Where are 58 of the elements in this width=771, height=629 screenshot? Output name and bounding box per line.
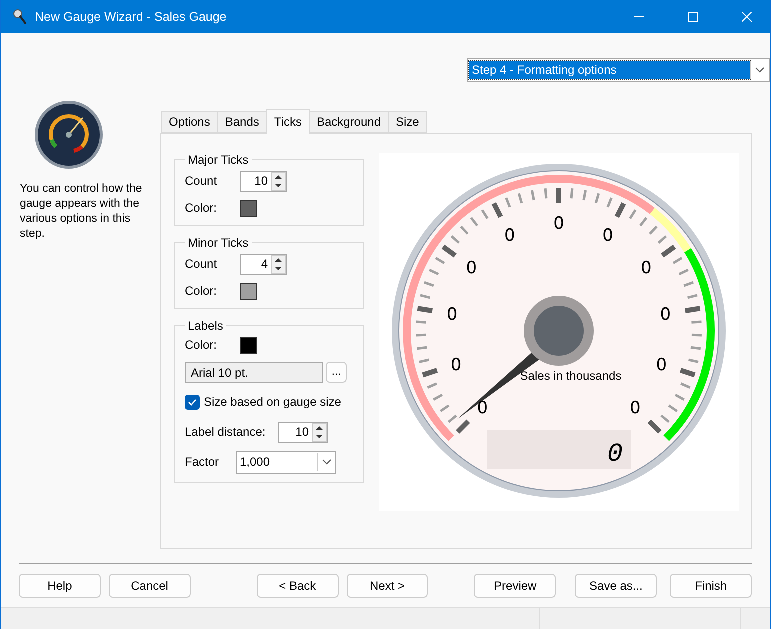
tab[interactable]: Bands xyxy=(217,110,268,133)
checkbox[interactable] xyxy=(185,394,200,410)
scale-label: 0 xyxy=(660,304,672,325)
dialog-button[interactable]: Save as... xyxy=(575,574,658,598)
gauge-icon xyxy=(34,100,104,170)
factor-dropdown[interactable]: 1,000 xyxy=(236,450,336,474)
font-button[interactable]: ... xyxy=(326,362,347,383)
dialog-button[interactable]: Finish xyxy=(670,574,752,598)
digital-readout: 0 xyxy=(607,438,623,469)
dialog-button[interactable]: Preview xyxy=(474,574,556,598)
field-label: Label distance: xyxy=(185,425,267,440)
checkbox-label: Size based on gauge size xyxy=(204,395,342,410)
color-swatch[interactable] xyxy=(240,336,257,354)
scale-label: 0 xyxy=(450,354,462,375)
spin-arrows-icon[interactable] xyxy=(312,422,327,442)
field-label: Color: xyxy=(185,201,218,216)
group-title: Minor Ticks xyxy=(187,236,250,250)
maximize-icon xyxy=(688,12,698,22)
step-description: You can control how the gauge appears with the various options in this step. xyxy=(20,182,144,242)
scale-label: 0 xyxy=(466,258,478,278)
scale-label: 0 xyxy=(656,354,668,375)
field-label: Color: xyxy=(185,284,218,298)
scale-label: 0 xyxy=(630,398,641,418)
count-spinner[interactable]: 10 xyxy=(240,170,287,192)
close-icon xyxy=(742,12,752,22)
scale-label: 0 xyxy=(554,214,564,234)
field-label: Count xyxy=(185,174,218,188)
tab[interactable]: Ticks xyxy=(266,108,310,134)
gauge-caption: Sales in thousands xyxy=(520,368,622,383)
distance-spinner[interactable]: 10 xyxy=(278,422,328,443)
field-label: Color: xyxy=(185,338,218,352)
color-swatch[interactable] xyxy=(240,200,257,217)
color-swatch[interactable] xyxy=(240,282,257,300)
dialog-button[interactable]: Help xyxy=(19,574,101,598)
window-title: New Gauge Wizard - Sales Gauge xyxy=(35,10,228,24)
group-title: Major Ticks xyxy=(187,152,250,167)
field-label: Count xyxy=(185,257,218,272)
field-label: Factor xyxy=(185,455,220,470)
tab[interactable]: Options xyxy=(161,110,218,133)
scale-label: 0 xyxy=(446,304,458,325)
tab[interactable]: Size xyxy=(388,110,428,133)
scale-label: 0 xyxy=(504,225,516,246)
dialog-button[interactable]: Next > xyxy=(346,574,428,598)
spin-arrows-icon[interactable] xyxy=(271,172,286,191)
tab[interactable]: Background xyxy=(308,110,389,133)
dialog-button[interactable]: < Back xyxy=(256,574,339,598)
chevron-down-icon xyxy=(754,67,764,73)
step-dropdown[interactable]: Step 4 - Formatting options xyxy=(467,58,770,82)
dialog-button[interactable]: Cancel xyxy=(108,574,191,598)
group-title: Labels xyxy=(187,318,224,333)
check-icon xyxy=(188,398,197,406)
count-spinner[interactable]: 4 xyxy=(240,254,287,275)
font-field[interactable]: Arial 10 pt. xyxy=(185,362,323,383)
chevron-down-icon xyxy=(322,459,332,466)
spin-arrows-icon[interactable] xyxy=(271,254,286,274)
scale-label: 0 xyxy=(602,225,614,246)
scale-label: 0 xyxy=(640,258,652,278)
scale-label: 0 xyxy=(477,398,488,418)
